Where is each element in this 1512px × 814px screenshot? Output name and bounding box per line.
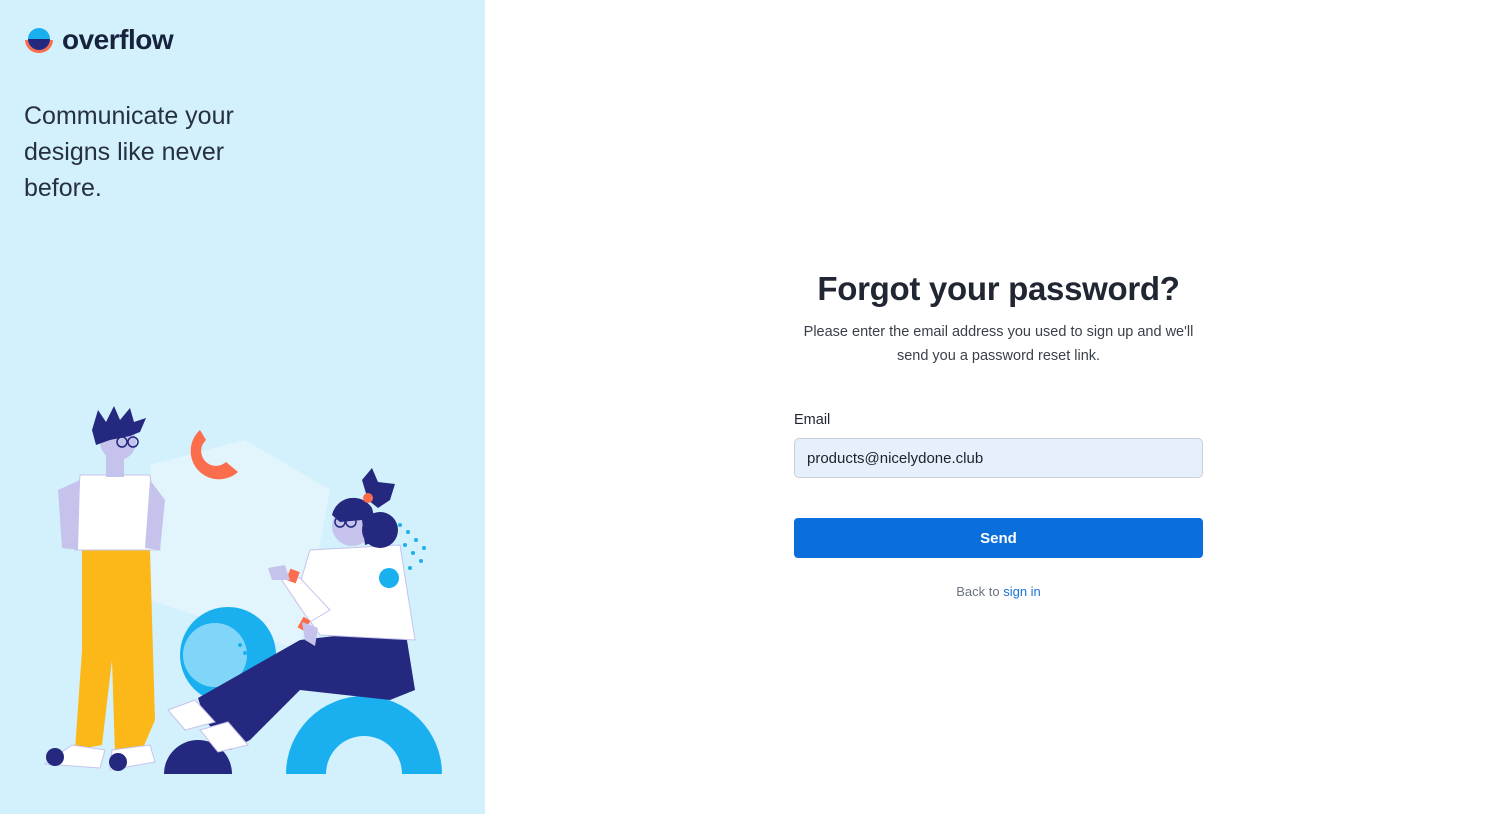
standing-person: [43, 406, 165, 771]
back-prefix: Back to: [956, 584, 1000, 599]
page-title: Forgot your password?: [817, 270, 1180, 307]
logo[interactable]: overflow: [24, 24, 174, 56]
email-label: Email: [794, 412, 831, 428]
overflow-logo-icon: [25, 28, 53, 53]
brand-panel: overflow Communicate your designs like n…: [0, 0, 485, 814]
email-field[interactable]: [794, 438, 1203, 478]
page-subtitle: Please enter the email address you used …: [803, 324, 1194, 364]
back-to-sign-in: Back to sign in: [794, 584, 1203, 599]
tagline: Communicate your designs like never befo…: [24, 102, 234, 202]
forgot-password-page: overflow Communicate your designs like n…: [0, 0, 1512, 814]
logo-text: overflow: [62, 24, 174, 55]
people-illustration: [43, 406, 442, 774]
main-panel: Forgot your password? Please enter the e…: [485, 0, 1512, 814]
send-button[interactable]: Send: [794, 518, 1203, 558]
reset-form: Forgot your password? Please enter the e…: [794, 268, 1203, 599]
sign-in-link[interactable]: sign in: [1003, 584, 1041, 599]
